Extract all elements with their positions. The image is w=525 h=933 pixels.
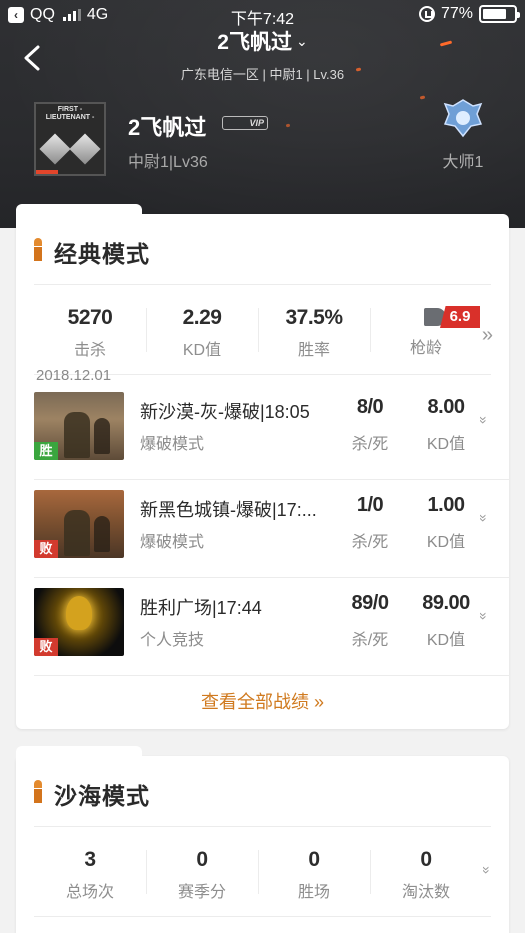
stat-value: 0	[308, 848, 320, 871]
stat-value: 0	[196, 848, 208, 871]
stat-label: 淘汰数	[401, 884, 450, 901]
player-rank-level: 中尉1|Lv36	[128, 154, 208, 171]
vip-badge: VIP	[222, 116, 268, 130]
soldier-figure	[94, 418, 110, 454]
desert-mode-card: 沙海模式 3 总场次 0 赛季分 0 胜场 0 淘汰数 »	[16, 746, 509, 933]
chevron-down-icon: ⌄	[295, 33, 308, 49]
map-thumbnail: 胜	[34, 392, 124, 460]
stat-value: 0	[420, 848, 432, 871]
stat-eliminations: 0 淘汰数	[370, 842, 482, 904]
result-badge: 败	[34, 638, 58, 656]
match-row[interactable]: 胜 新沙漠-灰-爆破|18:05 爆破模式 8/0 杀/死 8.00 KD值 »	[34, 384, 510, 480]
match-name: 胜利广场|17:44	[140, 598, 262, 618]
match-mode: 爆破模式	[140, 534, 205, 551]
kill-death-value: 8/0	[356, 396, 384, 418]
stat-label: KD值	[182, 342, 222, 359]
desert-mode-title: 沙海模式	[54, 783, 150, 809]
kd-ratio-value: 1.00	[427, 494, 465, 516]
avatar-rank-text: FIRST - LIEUTENANT -	[45, 106, 95, 121]
divider	[34, 675, 510, 676]
classic-mode-title: 经典模式	[54, 241, 150, 267]
divider	[34, 577, 510, 578]
stat-winrate: 37.5% 胜率	[258, 300, 370, 362]
battery-fill	[483, 9, 507, 19]
rank-progress-bar	[36, 170, 58, 174]
divider	[34, 284, 491, 285]
stat-season-score: 0 赛季分	[146, 842, 258, 904]
expand-chevron-icon[interactable]: »	[479, 866, 495, 874]
kd-ratio-value: 89.00	[422, 592, 470, 614]
gun-age-badge: 6.9	[424, 306, 480, 328]
stat-kills: 5270 击杀	[34, 300, 146, 362]
gun-age-value: 6.9	[440, 306, 480, 328]
kill-death-label: 杀/死	[351, 534, 389, 551]
card-tab-notch	[16, 204, 142, 220]
stat-total-matches: 3 总场次	[34, 842, 146, 904]
stat-wins: 0 胜场	[258, 842, 370, 904]
expand-chevron-icon[interactable]: »	[476, 612, 492, 620]
stat-label: 枪龄	[409, 340, 442, 357]
page-title-wrap[interactable]: 2飞帆过 ⌄	[0, 26, 525, 56]
kd-ratio-value: 8.00	[427, 396, 465, 418]
divider	[34, 479, 510, 480]
page-title: 2飞帆过	[217, 31, 292, 54]
double-chevron-right-icon[interactable]: »	[482, 324, 493, 347]
kd-ratio-label: KD值	[426, 534, 466, 551]
kill-death-value: 89/0	[351, 592, 389, 614]
match-row[interactable]: 败 胜利广场|17:44 个人竞技 89/0 杀/死 89.00 KD值 »	[34, 580, 510, 676]
result-badge: 败	[34, 540, 58, 558]
stat-value: 37.5%	[285, 306, 343, 329]
battery-icon	[479, 5, 520, 23]
classic-stats-row[interactable]: 5270 击杀 2.29 KD值 37.5% 胜率 6.9 枪龄	[34, 300, 482, 362]
bullet-icon	[34, 238, 42, 262]
master-tier-icon	[443, 99, 483, 138]
match-name: 新黑色城镇-爆破|17:...	[140, 500, 317, 520]
desert-stats-row[interactable]: 3 总场次 0 赛季分 0 胜场 0 淘汰数	[34, 842, 482, 904]
gold-figure	[66, 596, 92, 630]
stat-label: 赛季分	[177, 884, 226, 901]
rank-diamond-icon	[39, 133, 71, 165]
battery-percent: 77%	[440, 5, 473, 22]
stat-label: 击杀	[73, 342, 106, 359]
classic-mode-card: 经典模式 5270 击杀 2.29 KD值 37.5% 胜率 6.9 枪龄 » …	[16, 204, 510, 729]
stat-label: 胜率	[297, 342, 330, 359]
match-name: 新沙漠-灰-爆破|18:05	[140, 402, 310, 422]
kill-death-label: 杀/死	[351, 436, 389, 453]
stat-value: 5270	[67, 306, 113, 329]
result-badge: 胜	[34, 442, 58, 460]
soldier-figure	[64, 412, 90, 458]
kill-death-label: 杀/死	[351, 632, 389, 649]
stat-value: 3	[84, 848, 96, 871]
divider	[34, 916, 491, 917]
expand-chevron-icon[interactable]: »	[476, 416, 492, 424]
stat-gun-age: 6.9 枪龄	[370, 300, 482, 362]
stat-kd: 2.29 KD值	[146, 300, 258, 362]
server-rank-subtitle: 广东电信一区 | 中尉1 | Lv.36	[180, 67, 345, 82]
tier-label: 大师1	[442, 154, 484, 171]
match-row[interactable]: 败 新黑色城镇-爆破|17:... 爆破模式 1/0 杀/死 1.00 KD值 …	[34, 482, 510, 578]
bullet-icon	[34, 780, 42, 804]
map-thumbnail: 败	[34, 588, 124, 656]
status-right: 77%	[418, 5, 520, 23]
rank-diamond-icon	[69, 133, 101, 165]
stat-label: 总场次	[65, 884, 114, 901]
match-mode: 个人竞技	[140, 632, 205, 649]
card-tab-notch	[16, 746, 142, 762]
soldier-figure	[94, 516, 110, 552]
view-all-records-link[interactable]: 查看全部战绩 »	[16, 688, 509, 714]
kill-death-value: 1/0	[356, 494, 384, 516]
kd-ratio-label: KD值	[426, 436, 466, 453]
stat-value: 2.29	[182, 306, 222, 329]
player-name: 2飞帆过	[128, 115, 207, 140]
kd-ratio-label: KD值	[426, 632, 466, 649]
divider	[34, 826, 491, 827]
match-mode: 爆破模式	[140, 436, 205, 453]
match-date: 2018.12.01	[36, 367, 112, 384]
soldier-figure	[64, 510, 90, 556]
expand-chevron-icon[interactable]: »	[476, 514, 492, 522]
rank-avatar: FIRST - LIEUTENANT -	[34, 102, 106, 176]
stat-label: 胜场	[297, 884, 330, 901]
map-thumbnail: 败	[34, 490, 124, 558]
rotation-lock-icon	[418, 6, 435, 22]
